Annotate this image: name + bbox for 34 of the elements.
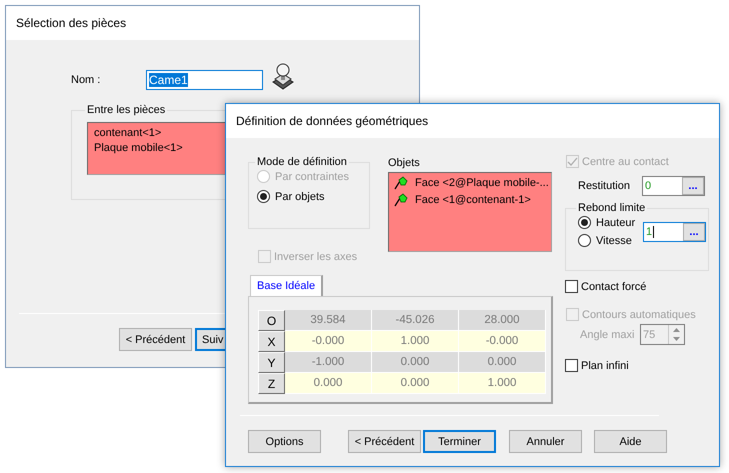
table-cell: 39.584 — [285, 310, 372, 331]
objects-label: Objets — [388, 157, 421, 169]
angle-label: Angle maxi — [580, 328, 636, 340]
checkbox-label: Contact forcé — [581, 280, 646, 292]
table-cell: 28.000 — [459, 310, 546, 331]
radio-label: Par objets — [275, 190, 325, 202]
table-cell: -45.026 — [372, 310, 459, 331]
radio-label: Par contraintes — [275, 170, 349, 182]
table-cell: 1.000 — [459, 373, 546, 394]
group-title: Entre les pièces — [86, 104, 166, 116]
group-title: Mode de définition — [256, 156, 348, 168]
checkbox-label: Contours automatiques — [582, 308, 696, 320]
table-cell: -1.000 — [285, 352, 372, 373]
group-title: Rebond limite — [577, 202, 646, 214]
checkbox-label: Plan infini — [581, 360, 629, 372]
row-header: Y — [258, 352, 285, 373]
radio-label: Hauteur — [596, 216, 636, 228]
table-cell: 0.000 — [372, 373, 459, 394]
row-header: Z — [258, 373, 285, 394]
row-header: O — [258, 310, 285, 331]
table-cell: 0.000 — [459, 352, 546, 373]
table-cell: -0.000 — [285, 331, 372, 352]
checkbox-label: Centre au contact — [582, 156, 669, 168]
window-title: Sélection des pièces — [16, 16, 126, 30]
checkbox-label: Inverser les axes — [274, 250, 358, 262]
table-cell: 0.000 — [372, 352, 459, 373]
restitution-label: Restitution — [578, 180, 631, 192]
table-cell: 0.000 — [285, 373, 372, 394]
table-cell: 1.000 — [372, 331, 459, 352]
radio-label: Vitesse — [596, 234, 632, 246]
name-label: Nom : — [71, 74, 102, 86]
table-cell: -0.000 — [459, 331, 546, 352]
window-title: Définition de données géométriques — [236, 114, 428, 128]
row-header: X — [258, 331, 285, 352]
